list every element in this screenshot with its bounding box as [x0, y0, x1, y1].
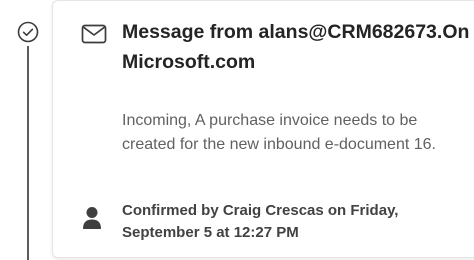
checkmark-circle-icon — [17, 21, 39, 43]
activity-title: Message from alans@CRM682673.OnMicrosoft… — [122, 21, 470, 73]
person-icon — [83, 207, 101, 229]
mail-icon — [81, 24, 107, 44]
timeline-line — [27, 46, 29, 260]
activity-description: Incoming, A purchase invoice needs to be… — [122, 112, 436, 153]
activity-card[interactable]: Message from alans@CRM682673.OnMicrosoft… — [52, 0, 474, 258]
activity-timeline-entry: Message from alans@CRM682673.OnMicrosoft… — [0, 0, 474, 260]
timeline-rail — [0, 0, 52, 260]
confirmed-by-text: Confirmed by Craig Crescas on Friday, Se… — [122, 202, 399, 241]
